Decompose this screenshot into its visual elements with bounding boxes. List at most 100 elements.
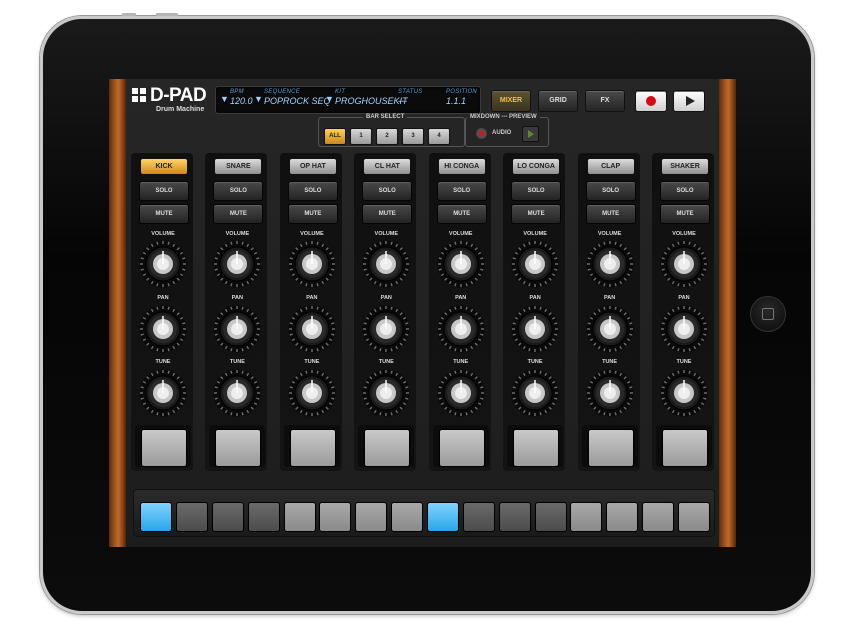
pan-label: PAN	[529, 295, 541, 301]
mixdown-record-button[interactable]	[476, 128, 487, 139]
tune-knob[interactable]	[511, 369, 559, 417]
step-button[interactable]	[355, 502, 388, 532]
tune-knob[interactable]	[660, 369, 708, 417]
mute-button[interactable]: MUTE	[585, 204, 636, 224]
pan-knob[interactable]	[288, 305, 336, 353]
solo-button[interactable]: SOLO	[139, 181, 189, 201]
volume-knob[interactable]	[362, 240, 410, 288]
drum-pad[interactable]	[141, 429, 187, 467]
bar-select-all[interactable]: ALL	[324, 128, 346, 145]
bpm-field[interactable]: ▼ BPM 120.0	[220, 89, 253, 106]
volume-label: VOLUME	[300, 231, 324, 237]
step-button[interactable]	[642, 502, 675, 532]
step-button[interactable]	[211, 502, 244, 532]
tune-knob[interactable]	[288, 369, 336, 417]
channel-name-button[interactable]: CL HAT	[364, 159, 411, 174]
step-button[interactable]	[678, 502, 710, 532]
step-button[interactable]	[462, 502, 495, 532]
step-button[interactable]	[175, 502, 208, 532]
mute-button[interactable]: MUTE	[213, 204, 264, 224]
volume-label: VOLUME	[448, 231, 473, 237]
mute-button[interactable]: MUTE	[362, 204, 413, 224]
fx-button[interactable]: FX	[585, 90, 625, 112]
logo-grid-icon	[132, 88, 147, 103]
step-button[interactable]	[606, 502, 639, 532]
volume-knob[interactable]	[660, 240, 708, 288]
bar-select-2[interactable]: 2	[376, 128, 398, 145]
drum-pad[interactable]	[662, 429, 708, 467]
solo-button[interactable]: SOLO	[213, 181, 264, 201]
preview-play-button[interactable]	[522, 126, 539, 142]
play-button[interactable]	[673, 90, 705, 112]
home-button[interactable]	[750, 296, 786, 332]
sequence-field[interactable]: ▼ SEQUENCE POPROCK SEQ	[254, 89, 331, 106]
step-button[interactable]	[391, 502, 424, 532]
channel-strip: LO CONGA SOLO MUTE VOLUME PAN TUNE	[503, 153, 566, 471]
volume-knob[interactable]	[288, 240, 336, 288]
drum-pad[interactable]	[438, 429, 485, 467]
step-button[interactable]	[283, 502, 316, 532]
volume-label: VOLUME	[672, 231, 696, 237]
drum-pad[interactable]	[364, 429, 411, 467]
solo-button[interactable]: SOLO	[436, 181, 487, 201]
step-button[interactable]	[247, 502, 280, 532]
volume-knob[interactable]	[213, 240, 261, 288]
tune-knob[interactable]	[213, 369, 261, 417]
pan-knob[interactable]	[139, 305, 187, 353]
step-button[interactable]	[140, 502, 172, 532]
bar-select-3[interactable]: 3	[402, 128, 424, 145]
channel-name-button[interactable]: SHAKER	[662, 159, 708, 174]
pan-knob[interactable]	[437, 305, 485, 353]
mute-button[interactable]: MUTE	[660, 204, 710, 224]
bar-select-4[interactable]: 4	[428, 128, 450, 145]
drum-pad[interactable]	[513, 429, 560, 467]
step-button[interactable]	[426, 502, 459, 532]
channel-name-button[interactable]: SNARE	[215, 159, 262, 174]
channel-name-button[interactable]: HI CONGA	[438, 159, 485, 174]
solo-button[interactable]: SOLO	[585, 181, 636, 201]
tune-knob[interactable]	[586, 369, 634, 417]
pan-knob[interactable]	[511, 305, 559, 353]
grid-button[interactable]: GRID	[538, 90, 578, 112]
channel-name-button[interactable]: KICK	[141, 159, 187, 174]
mute-button[interactable]: MUTE	[287, 204, 338, 224]
step-sequencer	[133, 489, 715, 537]
pan-label: PAN	[380, 295, 392, 301]
channel-name-button[interactable]: OP HAT	[289, 159, 336, 174]
solo-button[interactable]: SOLO	[511, 181, 562, 201]
pan-knob[interactable]	[586, 305, 634, 353]
mute-button[interactable]: MUTE	[511, 204, 562, 224]
mute-button[interactable]: MUTE	[139, 204, 189, 224]
step-button[interactable]	[534, 502, 567, 532]
tune-knob[interactable]	[139, 369, 187, 417]
tune-knob[interactable]	[437, 369, 485, 417]
drum-pad[interactable]	[289, 429, 336, 467]
mixer-button[interactable]: MIXER	[491, 90, 531, 112]
volume-knob[interactable]	[437, 240, 485, 288]
kit-field[interactable]: ▼ KIT PROGHOUSEKIT	[325, 89, 408, 106]
tune-label: TUNE	[453, 359, 469, 365]
volume-knob[interactable]	[139, 240, 187, 288]
solo-button[interactable]: SOLO	[287, 181, 338, 201]
solo-button[interactable]: SOLO	[362, 181, 413, 201]
volume-knob[interactable]	[511, 240, 559, 288]
step-button[interactable]	[319, 502, 352, 532]
status-value: ---	[398, 96, 407, 106]
step-button[interactable]	[570, 502, 603, 532]
pan-knob[interactable]	[362, 305, 410, 353]
pan-knob[interactable]	[213, 305, 261, 353]
step-button[interactable]	[498, 502, 531, 532]
record-button[interactable]	[635, 90, 667, 112]
pan-knob[interactable]	[660, 305, 708, 353]
solo-button[interactable]: SOLO	[660, 181, 710, 201]
tune-knob[interactable]	[362, 369, 410, 417]
pan-knob-icon	[213, 305, 261, 353]
channel-name-button[interactable]: LO CONGA	[513, 159, 560, 174]
drum-pad[interactable]	[215, 429, 262, 467]
drum-pad[interactable]	[587, 429, 634, 467]
mute-button[interactable]: MUTE	[436, 204, 487, 224]
bar-select-1[interactable]: 1	[350, 128, 372, 145]
channel-name-button[interactable]: CLAP	[587, 159, 634, 174]
channel-strip: CLAP SOLO MUTE VOLUME PAN TUNE	[577, 153, 640, 471]
volume-knob[interactable]	[586, 240, 634, 288]
